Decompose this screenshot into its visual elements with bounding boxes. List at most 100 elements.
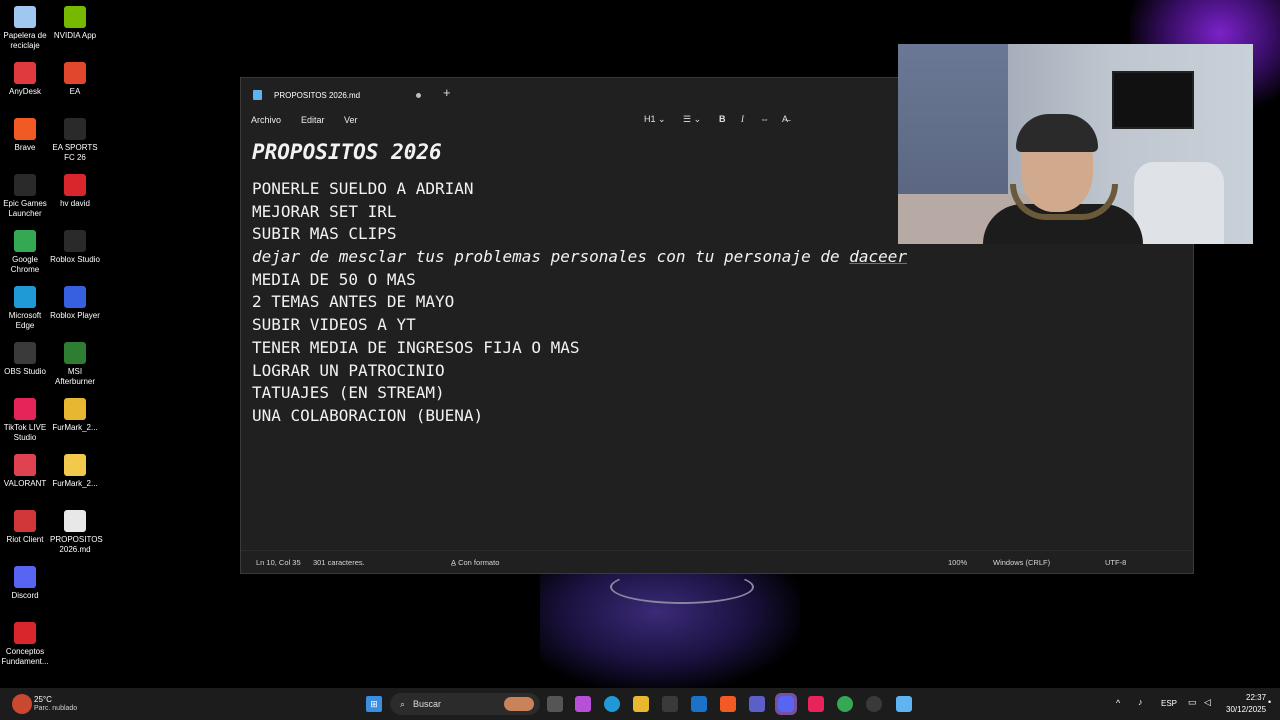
desktop-icon-label: Riot Client xyxy=(6,535,44,544)
desktop-icon[interactable]: EA xyxy=(50,62,100,97)
italic-line-text: dejar de mesclar tus problemas personale… xyxy=(252,247,850,267)
clear-format-icon[interactable]: A̶ xyxy=(782,114,788,124)
notepad-taskbar-icon[interactable] xyxy=(896,696,912,712)
line-ending[interactable]: Windows (CRLF) xyxy=(993,558,1050,567)
menu-editar[interactable]: Editar xyxy=(301,115,325,125)
weather-temp[interactable]: 25°C xyxy=(34,695,52,704)
list-item: MEDIA DE 50 O MAS xyxy=(252,269,416,289)
desktop-icon-label: OBS Studio xyxy=(4,367,46,376)
valorant-icon xyxy=(14,454,36,476)
msi-afterburner-icon xyxy=(64,342,86,364)
desktop-icon[interactable]: OBS Studio xyxy=(0,342,50,377)
desktop-icon[interactable]: Roblox Studio xyxy=(50,230,100,265)
desktop-icon[interactable]: Epic Games Launcher xyxy=(0,174,50,219)
desktop-icon-label: Google Chrome xyxy=(10,255,40,274)
obs-taskbar-icon[interactable] xyxy=(866,696,882,712)
desktop-icon[interactable]: NVIDIA App xyxy=(50,6,100,41)
clock-date[interactable]: 30/12/2025 xyxy=(1226,705,1266,714)
desktop-icon[interactable]: VALORANT xyxy=(0,454,50,489)
menu-archivo[interactable]: Archivo xyxy=(251,115,281,125)
task-view-icon[interactable] xyxy=(547,696,563,712)
list-item: TENER MEDIA DE INGRESOS FIJA O MAS xyxy=(252,337,580,357)
weather-icon[interactable] xyxy=(12,694,32,714)
unsaved-dot-icon[interactable] xyxy=(416,92,421,98)
copilot-icon[interactable] xyxy=(575,696,591,712)
misspelled-word[interactable]: daceer xyxy=(849,247,907,266)
chevron-down-icon: ⌄ xyxy=(658,114,666,124)
network-icon[interactable]: ▭ xyxy=(1188,697,1197,708)
search-icon: ⌕ xyxy=(400,698,406,709)
chevron-up-icon[interactable]: ^ xyxy=(1116,698,1120,708)
webcam-tv xyxy=(1112,71,1194,129)
italic-line: dejar de mesclar tus problemas personale… xyxy=(252,246,1183,269)
pdf-icon xyxy=(64,174,86,196)
desktop-icon[interactable]: FurMark_2... xyxy=(50,454,100,489)
italic-button[interactable]: I xyxy=(741,114,744,124)
file-explorer-icon[interactable] xyxy=(633,696,649,712)
list-item: LOGRAR UN PATROCINIO xyxy=(252,360,445,380)
link-icon[interactable]: ⇔ xyxy=(760,114,769,124)
notifications-icon[interactable]: • xyxy=(1268,697,1271,707)
chrome-taskbar-icon[interactable] xyxy=(837,696,853,712)
anydesk-icon xyxy=(14,62,36,84)
desktop-icon[interactable]: EA SPORTS FC 26 xyxy=(50,118,100,163)
teams-icon[interactable] xyxy=(749,696,765,712)
brave-taskbar-icon[interactable] xyxy=(720,696,736,712)
list-icon: ☰ xyxy=(683,114,692,124)
tiktok-taskbar-icon[interactable] xyxy=(808,696,824,712)
desktop-icon[interactable]: Papelera de reciclaje xyxy=(0,6,50,51)
clock-time[interactable]: 22:37 xyxy=(1246,693,1266,702)
language-indicator[interactable]: ESP xyxy=(1161,699,1177,708)
encoding[interactable]: UTF-8 xyxy=(1105,558,1126,567)
desktop-icon[interactable]: PROPOSITOS 2026.md xyxy=(50,510,103,555)
discord-icon xyxy=(14,566,36,588)
new-tab-button[interactable]: + xyxy=(443,85,451,100)
desktop-icon[interactable]: Brave xyxy=(0,118,50,153)
brave-icon xyxy=(14,118,36,140)
desktop-icon[interactable]: Roblox Player xyxy=(50,286,100,321)
desktop-icon-label: EA SPORTS FC 26 xyxy=(52,143,98,162)
outlook-icon[interactable] xyxy=(691,696,707,712)
desktop-icon-label: Roblox Studio xyxy=(50,255,100,264)
epic-games-icon xyxy=(14,174,36,196)
desktop-icon[interactable]: Microsoft Edge xyxy=(0,286,50,331)
format-toggle[interactable]: A̲ Con formato xyxy=(451,558,499,567)
roblox-player-icon xyxy=(64,286,86,308)
discord-taskbar-icon[interactable] xyxy=(775,693,797,715)
taskbar-search[interactable]: ⌕ Buscar xyxy=(390,693,540,715)
tiktok-icon xyxy=(14,398,36,420)
start-button[interactable]: ⊞ xyxy=(366,696,382,712)
desktop-icon-label: AnyDesk xyxy=(8,87,41,96)
store-icon[interactable] xyxy=(662,696,678,712)
volume-icon[interactable]: ◁ xyxy=(1204,697,1211,708)
desktop-icon[interactable]: Conceptos Fundament... xyxy=(0,622,50,667)
nvidia-icon xyxy=(64,6,86,28)
desktop-icon[interactable]: Discord xyxy=(0,566,50,601)
desktop-icon[interactable]: Google Chrome xyxy=(0,230,50,275)
bold-button[interactable]: B xyxy=(719,114,726,124)
notepad-icon xyxy=(253,90,262,100)
desktop-icon-label: Roblox Player xyxy=(50,311,100,320)
desktop-icon[interactable]: hv david xyxy=(50,174,100,209)
list-dropdown[interactable]: ☰ ⌄ xyxy=(683,114,701,125)
heading-dropdown[interactable]: H1 ⌄ xyxy=(644,114,666,125)
chrome-icon xyxy=(14,230,36,252)
desktop-icon-label: hv david xyxy=(60,199,90,208)
tab-propositos[interactable]: PROPOSITOS 2026.md xyxy=(247,81,429,109)
weather-desc[interactable]: Parc. nublado xyxy=(34,705,77,712)
edge-taskbar-icon[interactable] xyxy=(604,696,620,712)
cursor-position: Ln 10, Col 35 xyxy=(256,558,301,567)
zoom-level[interactable]: 100% xyxy=(948,558,967,567)
desktop-icon[interactable]: AnyDesk xyxy=(0,62,50,97)
desktop-icon[interactable]: Riot Client xyxy=(0,510,50,545)
folder-icon xyxy=(64,454,86,476)
menu-ver[interactable]: Ver xyxy=(344,115,358,125)
list-item: SUBIR VIDEOS A YT xyxy=(252,315,416,335)
desktop-icon[interactable]: MSI Afterburner xyxy=(50,342,100,387)
desktop-icon-label: Discord xyxy=(11,591,39,600)
microphone-icon[interactable]: ♪ xyxy=(1138,697,1143,707)
edge-icon xyxy=(14,286,36,308)
desktop-icon[interactable]: TikTok LIVE Studio xyxy=(0,398,50,443)
char-count: 301 caracteres. xyxy=(313,558,365,567)
desktop-icon[interactable]: FurMark_2... xyxy=(50,398,100,433)
